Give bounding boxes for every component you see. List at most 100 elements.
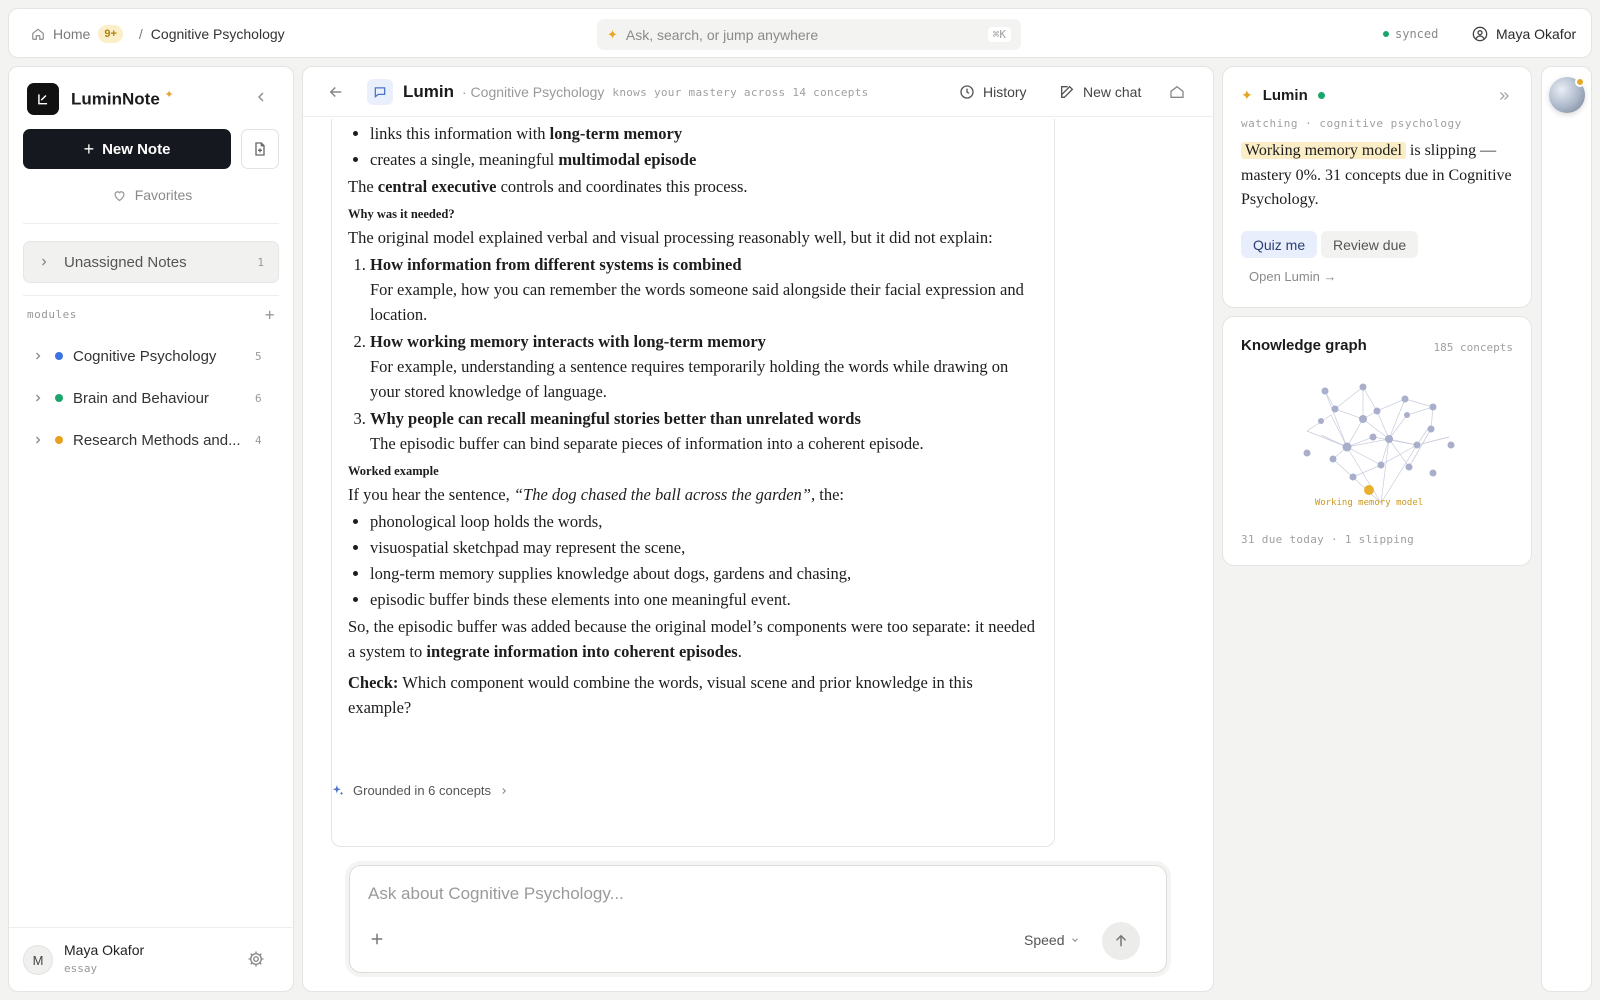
favorites-label: Favorites — [134, 187, 193, 203]
speed-label: Speed — [1024, 932, 1065, 948]
collapse-sidebar-icon[interactable] — [253, 89, 269, 105]
module-color-dot — [55, 436, 63, 444]
chat-title-text: Lumin — [403, 82, 454, 101]
search-placeholder: Ask, search, or jump anywhere — [625, 26, 819, 43]
list-item: How working memory interacts with long-t… — [370, 329, 1038, 404]
notification-dot — [1575, 77, 1585, 87]
concept-highlight[interactable]: Working memory model — [1241, 142, 1406, 159]
attach-plus-icon[interactable] — [368, 930, 386, 948]
clock-icon — [960, 85, 974, 99]
sync-status: synced — [1383, 9, 1438, 59]
modules-label: modules — [27, 308, 77, 321]
app-logo-icon — [27, 83, 59, 115]
new-chat-label: New chat — [1083, 84, 1142, 100]
sidebar: LuminNote ✦ + New Note Favorites Unassig… — [8, 66, 295, 992]
sparkle-icon: ✦ — [1241, 87, 1253, 103]
heart-icon — [114, 190, 125, 201]
paragraph: If you hear the sentence, “The dog chase… — [348, 485, 844, 504]
home-icon[interactable] — [31, 27, 45, 41]
chevron-right-icon — [502, 787, 507, 794]
lumin-card-header: ✦ Lumin — [1241, 87, 1325, 104]
user-icon — [1472, 26, 1488, 42]
unassigned-label: Unassigned Notes — [64, 253, 187, 271]
sparkles-icon — [332, 784, 344, 795]
paragraph: The central executive controls and coord… — [348, 177, 748, 196]
module-color-dot — [55, 352, 63, 360]
insight-text: Working memory model is slipping — maste… — [1241, 142, 1512, 208]
graph-node — [1331, 405, 1339, 413]
edit-icon — [1061, 85, 1074, 98]
focus-node-label: Working memory model — [1315, 498, 1423, 508]
history-button[interactable]: History — [959, 67, 1027, 117]
module-item[interactable]: Brain and Behaviour 6 — [31, 377, 271, 419]
focus-node — [1364, 485, 1374, 495]
footer-user-sub: essay — [64, 962, 98, 975]
new-chat-button[interactable]: New chat — [1059, 67, 1141, 117]
section-heading: Why was it needed? — [348, 207, 455, 221]
breadcrumb: Home 9+ / Cognitive Psychology — [31, 9, 285, 59]
sparkle-icon: ✦ — [164, 89, 174, 102]
knowledge-graph-card: Knowledge graph 185 concepts Working mem… — [1222, 316, 1532, 566]
back-arrow-icon[interactable] — [327, 83, 345, 101]
chat-module: · Cognitive Psychology — [462, 84, 605, 100]
quiz-me-button[interactable]: Quiz me — [1241, 231, 1318, 258]
paragraph: So, the episodic buffer was added becaus… — [348, 617, 1035, 661]
chevron-right-icon — [36, 436, 41, 444]
grounded-concepts-link[interactable]: Grounded in 6 concepts — [331, 783, 509, 798]
history-label: History — [983, 84, 1027, 100]
breadcrumb-current[interactable]: Cognitive Psychology — [151, 26, 285, 42]
module-item[interactable]: Cognitive Psychology 5 — [31, 335, 271, 377]
graph-node — [1385, 435, 1393, 443]
home-icon[interactable] — [1169, 67, 1185, 117]
graph-footer: 31 due today · 1 slipping — [1241, 533, 1415, 546]
graph-node — [1429, 469, 1437, 477]
module-count: 5 — [255, 349, 262, 363]
graph-node — [1359, 383, 1367, 391]
module-count: 6 — [255, 391, 262, 405]
graph-node — [1405, 463, 1413, 471]
knowledge-graph-canvas[interactable]: Working memory model — [1293, 377, 1469, 517]
graph-node — [1349, 473, 1357, 481]
import-file-button[interactable] — [241, 129, 279, 169]
assistant-message: links this information with long-term me… — [331, 119, 1055, 847]
notification-badge[interactable]: 9+ — [98, 25, 123, 43]
settings-gear-icon[interactable] — [247, 950, 265, 968]
open-lumin-link[interactable]: Open Lumin → — [1249, 269, 1336, 284]
list-item: links this information with long-term me… — [370, 121, 1038, 146]
favorites-link[interactable]: Favorites — [9, 187, 295, 203]
breadcrumb-home[interactable]: Home — [53, 26, 90, 42]
divider — [23, 295, 279, 296]
brand[interactable]: LuminNote ✦ — [27, 83, 174, 115]
graph-node — [1359, 415, 1367, 423]
module-item[interactable]: Research Methods and... 4 — [31, 419, 271, 461]
global-search[interactable]: ✦ Ask, search, or jump anywhere ⌘K — [597, 19, 1021, 50]
top-bar: Home 9+ / Cognitive Psychology ✦ Ask, se… — [8, 8, 1592, 58]
chat-header: Lumin · Cognitive Psychology knows your … — [303, 67, 1213, 117]
paragraph: The original model explained verbal and … — [348, 228, 993, 247]
avatar[interactable]: M — [23, 945, 53, 975]
chat-panel: Lumin · Cognitive Psychology knows your … — [302, 66, 1214, 992]
footer-user-name: Maya Okafor — [64, 942, 145, 958]
unassigned-notes-folder[interactable]: Unassigned Notes 1 — [23, 241, 279, 283]
new-note-label: New Note — [102, 140, 171, 158]
graph-node — [1303, 449, 1311, 457]
section-heading: Worked example — [348, 464, 439, 478]
chat-composer[interactable]: Ask about Cognitive Psychology... Speed — [349, 865, 1167, 973]
expand-icon[interactable] — [1497, 89, 1511, 103]
new-note-button[interactable]: + New Note — [23, 129, 231, 169]
lumin-card-title: Lumin — [1262, 87, 1308, 104]
grounded-label: Grounded in 6 concepts — [353, 783, 492, 798]
module-label: Research Methods and... — [73, 431, 241, 449]
user-menu[interactable]: Maya Okafor — [1472, 9, 1576, 59]
mastery-note: knows your mastery across 14 concepts — [612, 85, 869, 99]
chevron-down-icon — [1072, 938, 1079, 942]
watching-label: watching · cognitive psychology — [1241, 117, 1462, 130]
speed-selector[interactable]: Speed — [1024, 932, 1080, 948]
send-button[interactable] — [1102, 922, 1140, 960]
module-label: Brain and Behaviour — [73, 389, 209, 407]
graph-node — [1369, 433, 1377, 441]
add-module-icon[interactable]: + — [265, 305, 275, 324]
review-due-button[interactable]: Review due — [1321, 231, 1419, 258]
brand-name: LuminNote ✦ — [71, 89, 174, 109]
composer-input[interactable]: Ask about Cognitive Psychology... — [368, 884, 624, 904]
